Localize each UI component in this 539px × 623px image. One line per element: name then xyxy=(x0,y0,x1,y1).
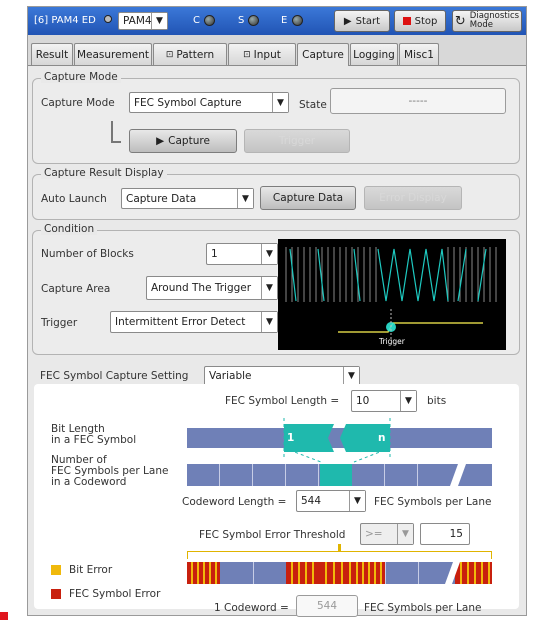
refresh-icon: ↻ xyxy=(454,13,466,29)
slot-label: [6] PAM4 ED xyxy=(34,15,96,26)
led-e-icon xyxy=(292,15,303,26)
tab-capture[interactable]: Capture xyxy=(297,43,349,66)
symbols-per-lane-label: Number of FEC Symbols per Lane in a Codewo… xyxy=(51,454,169,488)
capture-area-label: Capture Area xyxy=(41,283,111,295)
trigger-select[interactable]: Intermittent Error Detect ▼ xyxy=(110,311,278,333)
bit-error-swatch xyxy=(51,565,61,575)
led-s-label: S xyxy=(238,15,245,26)
chevron-down-icon: ▼ xyxy=(261,277,277,299)
stop-button[interactable]: Stop xyxy=(394,10,446,32)
symbol-segment xyxy=(187,464,220,486)
capture-mode-label: Capture Mode xyxy=(41,97,115,109)
tab-misc1[interactable]: Misc1 xyxy=(399,43,439,65)
symbol-segment xyxy=(385,464,418,486)
led-s-icon xyxy=(248,15,259,26)
top-bar: [6] PAM4 ED PAM4 ▼ C S E ▶ Start Stop ↻ Dia… xyxy=(28,7,526,35)
tab-result[interactable]: Result xyxy=(31,43,73,65)
led-c-icon xyxy=(204,15,215,26)
scope-trigger-label: Trigger xyxy=(379,337,405,346)
tab-input[interactable]: ⊡ Input xyxy=(228,43,296,65)
fec-symbol-length-select[interactable]: 10 ▼ xyxy=(351,390,417,412)
auto-launch-select[interactable]: Capture Data ▼ xyxy=(121,188,254,209)
threshold-marker xyxy=(338,544,341,552)
capture-button[interactable]: ▶ Capture xyxy=(129,129,237,153)
chevron-down-icon: ▼ xyxy=(397,524,413,544)
capture-mode-group: Capture Mode Capture Mode FEC Symbol Cap… xyxy=(32,71,520,164)
status-marker xyxy=(0,612,8,620)
condition-legend: Condition xyxy=(41,223,98,235)
symbol-segment xyxy=(286,464,319,486)
stop-icon xyxy=(402,17,411,25)
threshold-bracket xyxy=(187,551,492,559)
chevron-down-icon: ▼ xyxy=(237,189,253,208)
diagnostics-mode-button[interactable]: ↻ Diagnostics Mode xyxy=(452,10,522,32)
condition-group: Condition Number of Blocks 1 ▼ Capture Ar… xyxy=(32,223,520,355)
bit-error-legend: Bit Error xyxy=(69,564,113,576)
tab-measurement[interactable]: Measurement xyxy=(74,43,152,65)
codeword-length-label: Codeword Length = xyxy=(182,496,287,508)
start-button[interactable]: ▶ Start xyxy=(334,10,390,32)
trigger-waveform-display: Trigger xyxy=(278,239,506,350)
pattern-icon: ⊡ xyxy=(165,49,174,60)
bit-length-label: Bit Length in a FEC Symbol xyxy=(51,423,137,446)
mode-select[interactable]: PAM4 ▼ xyxy=(118,12,168,30)
auto-launch-label: Auto Launch xyxy=(41,193,107,205)
number-of-blocks-label: Number of Blocks xyxy=(41,248,134,260)
capture-result-display-group: Capture Result Display Auto Launch Captu… xyxy=(32,167,520,220)
capture-panel: Capture Mode Capture Mode FEC Symbol Cap… xyxy=(28,65,526,617)
chevron-down-icon: ▼ xyxy=(151,13,167,29)
application-window: [6] PAM4 ED PAM4 ▼ C S E ▶ Start Stop ↻ Dia… xyxy=(27,6,527,617)
symbol-error-legend: FEC Symbol Error xyxy=(69,588,161,600)
capture-mode-select[interactable]: FEC Symbol Capture ▼ xyxy=(129,92,289,113)
trigger-label: Trigger xyxy=(41,317,78,329)
threshold-value-field[interactable]: 15 xyxy=(420,523,470,545)
play-icon: ▶ xyxy=(156,135,165,147)
expansion-lines xyxy=(283,448,391,463)
capture-area-select[interactable]: Around The Trigger ▼ xyxy=(146,276,278,300)
codeword-unit-label: FEC Symbols per Lane xyxy=(374,496,492,508)
symbol-error-swatch xyxy=(51,589,61,599)
trigger-button[interactable]: Trigger xyxy=(244,129,350,153)
input-icon: ⊡ xyxy=(243,49,251,60)
chevron-down-icon: ▼ xyxy=(261,244,277,264)
one-codeword-label: 1 Codeword = xyxy=(214,602,289,614)
threshold-label: FEC Symbol Error Threshold xyxy=(199,529,346,541)
fec-symbol-capture-legend: FEC Symbol Capture Setting xyxy=(40,370,189,382)
state-label: State xyxy=(299,99,327,111)
symbol-segment xyxy=(220,464,253,486)
chevron-down-icon: ▼ xyxy=(272,93,288,112)
fec-capture-setting-select[interactable]: Variable ▼ xyxy=(204,366,360,386)
capture-mode-legend: Capture Mode xyxy=(41,71,121,83)
chevron-down-icon: ▼ xyxy=(400,391,416,411)
play-icon: ▶ xyxy=(343,15,352,27)
fec-diagram-area: FEC Symbol Length = 10 ▼ bits Bit Length i… xyxy=(34,384,519,617)
led-e-label: E xyxy=(281,15,288,26)
symbol-segment xyxy=(352,464,385,486)
chevron-down-icon: ▼ xyxy=(349,491,365,511)
selected-symbol-segment xyxy=(320,464,352,486)
slot-indicator-icon xyxy=(104,15,112,23)
tab-pattern[interactable]: ⊡ Pattern xyxy=(153,43,227,65)
tab-bar: Result Measurement ⊡ Pattern ⊡ Input Captu… xyxy=(28,43,526,66)
one-codeword-unit-label: FEC Symbols per Lane xyxy=(364,602,482,614)
chevron-down-icon: ▼ xyxy=(261,312,277,332)
threshold-operator-select[interactable]: >= ▼ xyxy=(360,523,414,545)
bits-unit-label: bits xyxy=(427,395,447,407)
bracket-icon xyxy=(111,121,121,143)
codeword-length-select[interactable]: 544 ▼ xyxy=(296,490,366,512)
capture-result-display-legend: Capture Result Display xyxy=(41,167,167,179)
led-c-label: C xyxy=(193,15,200,26)
symbol-segment xyxy=(253,464,286,486)
fec-symbol-length-label: FEC Symbol Length = xyxy=(225,395,340,407)
error-display-button[interactable]: Error Display xyxy=(364,186,462,210)
error-bar xyxy=(187,559,492,587)
waveform-graphic xyxy=(285,247,497,339)
one-codeword-field: 544 xyxy=(296,595,358,617)
chevron-down-icon: ▼ xyxy=(343,367,359,385)
tab-logging[interactable]: Logging xyxy=(350,43,398,65)
capture-data-button[interactable]: Capture Data xyxy=(260,186,356,210)
state-field: ----- xyxy=(330,88,506,114)
number-of-blocks-select[interactable]: 1 ▼ xyxy=(206,243,278,265)
